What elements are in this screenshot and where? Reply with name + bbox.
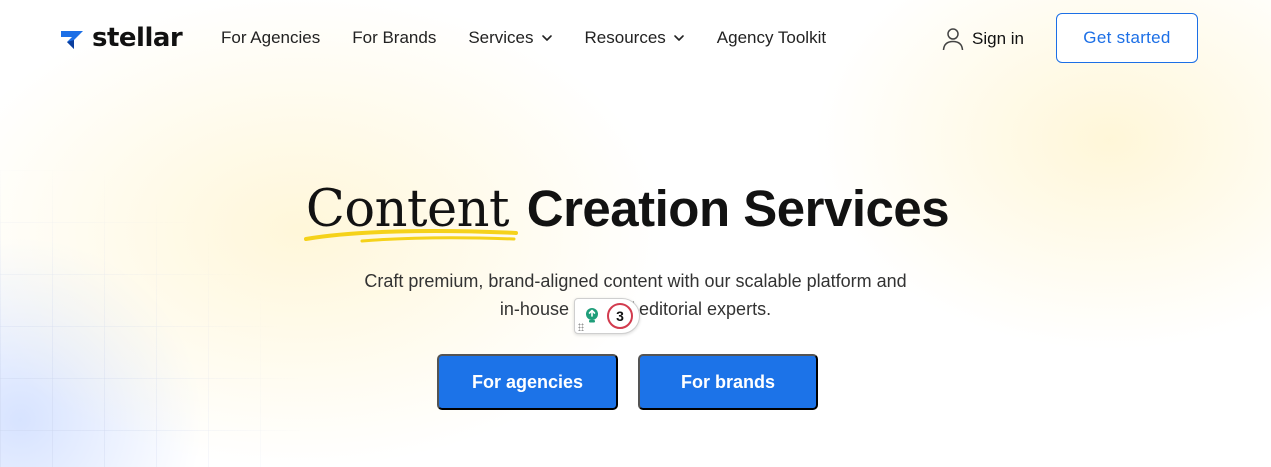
highlight-underline xyxy=(303,229,518,243)
nav-item-label: For Brands xyxy=(352,28,437,47)
nav-item-resources[interactable]: Resources xyxy=(585,28,685,48)
get-started-button[interactable]: Get started xyxy=(1056,13,1198,63)
site-header: stellar For Agencies For Brands Services… xyxy=(0,0,1271,78)
user-icon xyxy=(942,28,964,51)
primary-nav: For Agencies For Brands Services Resourc… xyxy=(221,26,826,50)
hero-subtitle-line-1: Craft premium, brand-aligned content wit… xyxy=(364,271,907,291)
for-brands-button[interactable]: For brands xyxy=(638,354,818,410)
nav-item-label: Agency Toolkit xyxy=(716,28,827,47)
drag-handle[interactable] xyxy=(578,323,584,331)
for-agencies-button[interactable]: For agencies xyxy=(437,354,618,410)
nav-item-agency-toolkit[interactable]: Agency Toolkit xyxy=(717,28,826,48)
nav-item-services[interactable]: Services xyxy=(468,28,552,48)
nav-item-label: Resources xyxy=(584,28,666,47)
nav-item-label: Services xyxy=(468,28,534,47)
sign-in-link[interactable]: Sign in xyxy=(942,25,1024,53)
logo-wordmark: stellar xyxy=(92,23,183,53)
chevron-down-icon xyxy=(673,35,684,41)
hero-title-accent: Content xyxy=(303,179,518,243)
nav-item-for-agencies[interactable]: For Agencies xyxy=(221,28,320,48)
hero-title-rest: Creation Services xyxy=(526,180,950,237)
extension-overlay-badge[interactable]: 3 xyxy=(574,298,640,334)
hero-title: Content Creation Services xyxy=(0,178,1271,243)
chevron-down-icon xyxy=(541,35,552,41)
stellar-logo-icon xyxy=(61,31,83,49)
logo-link[interactable]: stellar xyxy=(58,22,183,54)
suggestion-count[interactable]: 3 xyxy=(607,303,633,329)
sign-in-label: Sign in xyxy=(972,29,1024,48)
lightbulb-icon xyxy=(586,308,598,323)
nav-item-for-brands[interactable]: For Brands xyxy=(352,28,436,48)
nav-item-label: For Agencies xyxy=(221,28,321,47)
